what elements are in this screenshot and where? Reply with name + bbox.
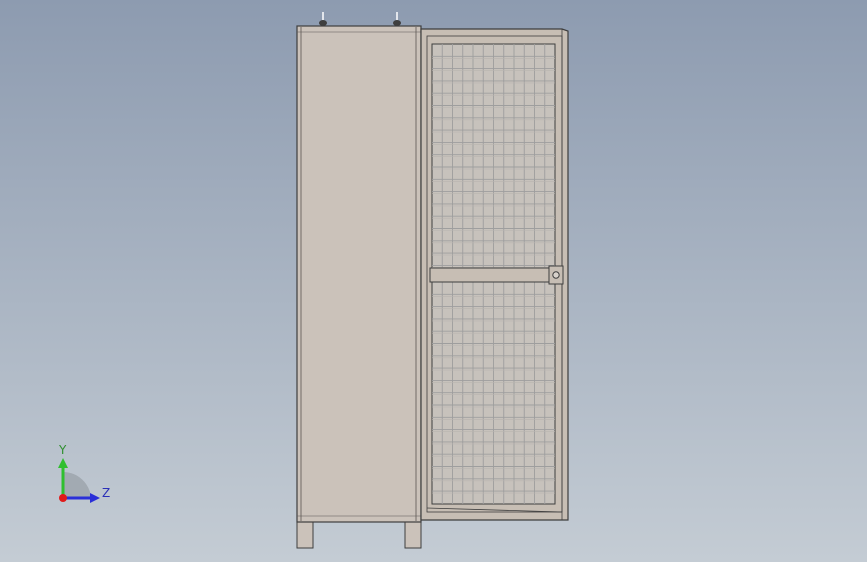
z-axis-label: Z [102, 486, 110, 500]
cabinet-foot-right [404, 519, 422, 549]
cabinet-foot-left [296, 519, 314, 549]
door-lock-icon[interactable] [552, 271, 560, 279]
door-middle-rail [429, 267, 563, 283]
y-axis-label: Y [58, 443, 67, 457]
x-axis-dot [59, 494, 67, 502]
cabinet-model-view[interactable]: Y Z [0, 0, 867, 562]
cabinet-body [296, 25, 422, 523]
graphics-viewport[interactable]: Y Z [0, 0, 867, 562]
mesh-door[interactable] [420, 28, 569, 521]
